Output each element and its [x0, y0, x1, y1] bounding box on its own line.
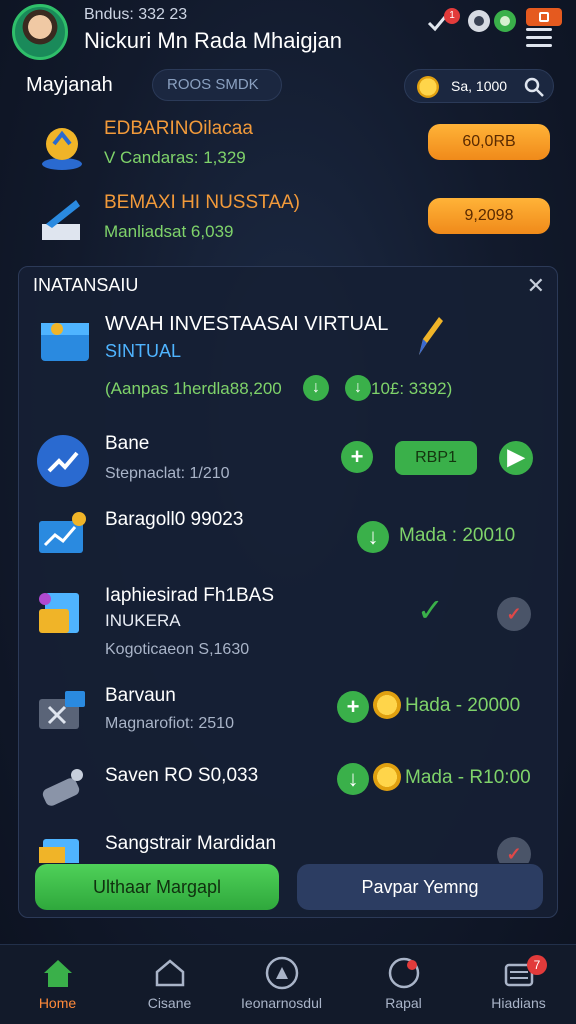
nav-cisane[interactable]: Cisane [112, 945, 227, 1024]
settings-icon[interactable] [468, 10, 490, 32]
trophy-icon [36, 120, 88, 172]
bottom-nav: Home Cisane Ieonarnosdul Rapal 7 Hiadian… [0, 944, 576, 1024]
list-item[interactable]: Saven RO S0,033 ↓ Mada - R10:00 [19, 755, 559, 831]
status-check-icon[interactable]: ✓ [497, 837, 531, 863]
tag-icon [539, 12, 549, 22]
item-desc: Stepnaclat: 1/210 [105, 465, 230, 482]
nav-badge: 7 [527, 955, 547, 975]
promo-title: BEMAXI HI NUSSTAA) [104, 192, 301, 213]
item-name: Iaphiesirad Fh1BAS [105, 585, 274, 606]
item-desc: Magnarofiot: 2510 [105, 715, 234, 732]
leaf-icon: ↓ [303, 375, 329, 401]
item-action-value: Hada - 20000 [405, 695, 521, 716]
user-name: Nickuri Mn Rada Mhaigjan [84, 28, 342, 53]
promo-claim-button[interactable]: 9,2098 [428, 198, 550, 234]
list-item[interactable]: Baragoll0 99023 ↓ Mada : 20010 [19, 503, 559, 579]
leaf-icon: ↓ [337, 763, 369, 795]
promo-item[interactable]: BEMAXI HI NUSSTAA) Manliadsat 6,039 9,20… [30, 190, 550, 260]
item-name: Sangstrair Mardidan [105, 833, 277, 854]
item-action-value: Mada - R10:00 [405, 767, 531, 788]
coin-icon [373, 691, 401, 719]
home-icon [40, 955, 76, 991]
nav-label: Cisane [147, 995, 192, 1011]
nav-label: Home [38, 995, 77, 1011]
item-desc: Kogoticaeon S,1630 [105, 641, 250, 658]
list-item[interactable]: Sangstrair Mardidan ✓ [19, 827, 559, 863]
add-icon[interactable]: + [341, 441, 373, 473]
item-name: Saven RO S0,033 [105, 765, 259, 786]
primary-action-button[interactable]: Ulthaar Margapl [35, 864, 279, 910]
add-icon[interactable]: + [337, 691, 369, 723]
books-icon [35, 585, 91, 641]
secondary-action-button[interactable]: Pavpar Yemng [297, 864, 543, 910]
category-search-field[interactable]: ROOS SMDK [152, 69, 282, 101]
item-name: Barvaun [105, 685, 176, 706]
notification-badge: 1 [444, 8, 460, 24]
item-name: Baragoll0 99023 [105, 509, 244, 530]
promo-title: EDBARINOilacaa [104, 118, 253, 139]
balance-pill[interactable]: Sa, 1000 [404, 69, 554, 103]
search-row: Mayjanah ROOS SMDK Sa, 1000 [0, 66, 576, 106]
play-icon[interactable]: ▶ [499, 441, 533, 475]
menu-icon[interactable] [526, 28, 552, 48]
item-action-value: Mada : 20010 [399, 525, 516, 546]
item-subname: INUKERA [105, 611, 181, 630]
item-name: Bane [105, 433, 150, 454]
coin-icon [417, 76, 439, 98]
monitor-chart-icon [35, 509, 91, 565]
investment-box-icon [35, 309, 95, 369]
promo-claim-button[interactable]: 60,0RB [428, 124, 550, 160]
nav-label: Hiadians [491, 995, 546, 1011]
nav-label: Rapal [385, 995, 422, 1011]
list-item[interactable]: Iaphiesirad Fh1BAS INUKERA Kogoticaeon S… [19, 579, 559, 658]
promo-subtitle: Manliadsat 6,039 [104, 222, 234, 241]
panel-title: INATANSAIU [33, 275, 139, 295]
investment-panel: INATANSAIU ✕ WVAH INVESTAASAI VIRTUAL SI… [18, 266, 558, 918]
nav-label: Ieonarnosdul [241, 995, 322, 1011]
nav-rapal[interactable]: Rapal [346, 945, 461, 1024]
nav-home[interactable]: Home [0, 945, 115, 1024]
balance-value: Sa, 1000 [451, 78, 508, 94]
brand-label: Mayjanah [26, 74, 113, 96]
check-icon: ✓ [417, 592, 444, 628]
top-header: Bndus: 332 23 Nickuri Mn Rada Mhaigjan 1 [0, 0, 576, 64]
list-item[interactable]: Bane Stepnaclat: 1/210 + RBP1 ▶ [19, 427, 559, 503]
search-icon[interactable] [523, 76, 545, 98]
rbp-button[interactable]: RBP1 [395, 441, 477, 475]
status-check-icon[interactable]: ✓ [497, 597, 531, 631]
nav-hiadians[interactable]: 7 Hiadians [461, 945, 576, 1024]
coin-icon [373, 763, 401, 791]
folder-chart-icon [35, 833, 91, 863]
growth-chart-icon [35, 433, 91, 489]
house-outline-icon [152, 955, 188, 991]
user-subtitle: Bndus: 332 23 [84, 6, 188, 23]
featured-title: WVAH INVESTAASAI VIRTUAL [105, 313, 389, 335]
leaf-icon: ↓ [345, 375, 371, 401]
wallet-icon[interactable] [494, 10, 516, 32]
chart-book-icon [36, 194, 88, 246]
featured-subtitle: SINTUAL [105, 341, 182, 361]
wrench-icon [35, 761, 91, 817]
radar-icon [386, 955, 422, 991]
close-icon[interactable]: ✕ [527, 273, 545, 299]
featured-stat-left: (Aanpas 1herdla88,200 [105, 379, 282, 398]
pencil-icon [415, 311, 445, 359]
leaf-icon: ↓ [357, 521, 389, 553]
featured-stat-right: 10£: 3392) [371, 379, 453, 398]
list-item[interactable]: Barvaun Magnarofiot: 2510 + Hada - 20000 [19, 679, 559, 755]
alert-tag[interactable] [526, 8, 562, 26]
compass-icon [264, 955, 300, 991]
screen-tool-icon [35, 685, 91, 741]
nav-ieonarnosdul[interactable]: Ieonarnosdul [224, 945, 339, 1024]
promo-subtitle: V Candaras: 1,329 [104, 148, 246, 167]
user-avatar[interactable] [12, 4, 68, 60]
promo-item[interactable]: EDBARINOilacaa V Candaras: 1,329 60,0RB [30, 116, 550, 186]
